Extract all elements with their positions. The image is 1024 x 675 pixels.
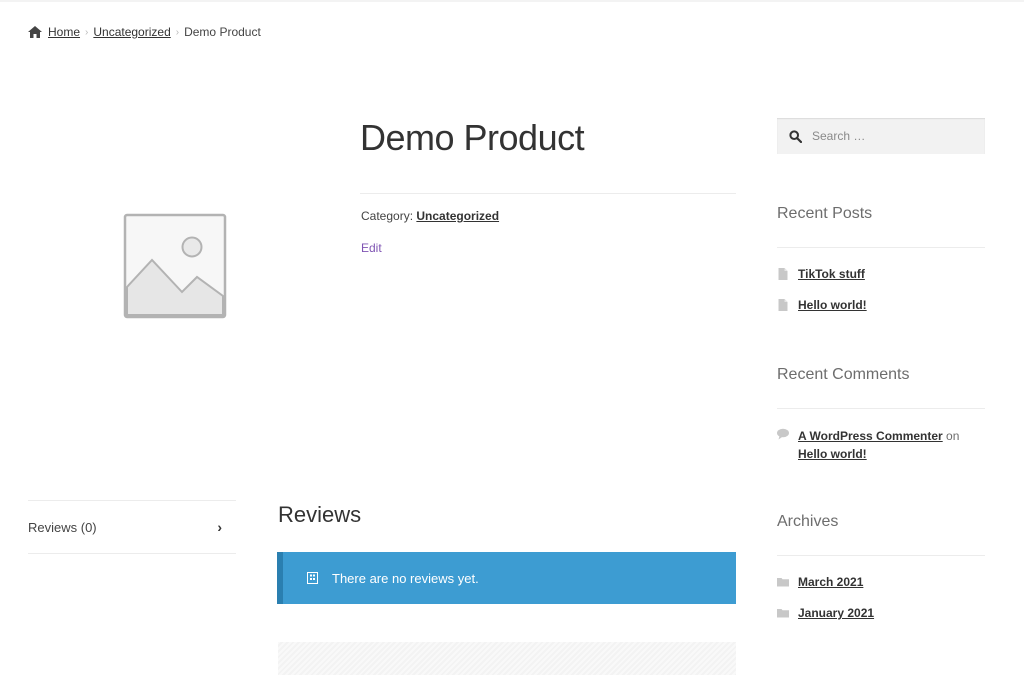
divider: [360, 193, 736, 194]
breadcrumb-current: Demo Product: [184, 25, 261, 39]
breadcrumb-category-link[interactable]: Uncategorized: [93, 25, 170, 39]
recent-comments-title: Recent Comments: [777, 366, 910, 383]
list-item: January 2021: [777, 606, 874, 620]
info-icon: [307, 572, 318, 584]
product-title: Demo Product: [360, 117, 585, 158]
tab-reviews-label: Reviews (0): [28, 519, 97, 535]
divider: [777, 408, 985, 409]
no-reviews-text: There are no reviews yet.: [332, 570, 479, 586]
comment-on-text: on: [946, 429, 960, 443]
recent-post-link[interactable]: Hello world!: [798, 298, 867, 312]
home-icon: [28, 26, 42, 38]
top-border: [0, 0, 1024, 2]
product-tabs: Reviews (0) ›: [28, 500, 236, 554]
no-reviews-notice: There are no reviews yet.: [277, 552, 736, 604]
folder-icon: [777, 609, 789, 618]
archives-title: Archives: [777, 513, 839, 530]
breadcrumb-home-link[interactable]: Home: [48, 25, 80, 39]
breadcrumb-separator-icon: ›: [85, 26, 89, 38]
recent-post-link[interactable]: TikTok stuff: [798, 267, 865, 281]
list-item: March 2021: [777, 575, 863, 589]
category-link[interactable]: Uncategorized: [416, 209, 499, 223]
archive-link[interactable]: January 2021: [798, 606, 874, 620]
list-item: Hello world!: [777, 298, 867, 312]
category-label: Category:: [361, 209, 414, 223]
search-input[interactable]: [810, 128, 974, 144]
breadcrumb-separator-icon: ›: [175, 26, 180, 38]
chevron-right-icon: ›: [217, 519, 222, 535]
edit-link[interactable]: Edit: [361, 241, 382, 255]
comment-text: A WordPress Commenter on Hello world!: [798, 427, 986, 463]
comment-post-link[interactable]: Hello world!: [798, 447, 867, 461]
breadcrumb: Home › Uncategorized › Demo Product: [28, 25, 261, 39]
list-item: TikTok stuff: [777, 267, 865, 281]
tab-reviews[interactable]: Reviews (0) ›: [28, 501, 236, 553]
comment-icon: [777, 428, 789, 440]
list-item: A WordPress Commenter on Hello world!: [777, 427, 986, 463]
document-icon: [778, 299, 788, 311]
archive-link[interactable]: March 2021: [798, 575, 863, 589]
product-image-placeholder-icon[interactable]: [122, 212, 228, 320]
search-icon: [789, 129, 802, 143]
comment-author-link[interactable]: A WordPress Commenter: [798, 429, 943, 443]
search-field[interactable]: [777, 118, 985, 154]
reviews-title: Reviews: [278, 502, 362, 527]
review-form-area: [278, 642, 736, 675]
folder-icon: [777, 578, 789, 587]
divider: [777, 555, 985, 556]
recent-posts-title: Recent Posts: [777, 205, 873, 222]
product-meta-category: Category: Uncategorized: [361, 209, 499, 223]
document-icon: [778, 268, 788, 280]
divider: [777, 247, 985, 248]
